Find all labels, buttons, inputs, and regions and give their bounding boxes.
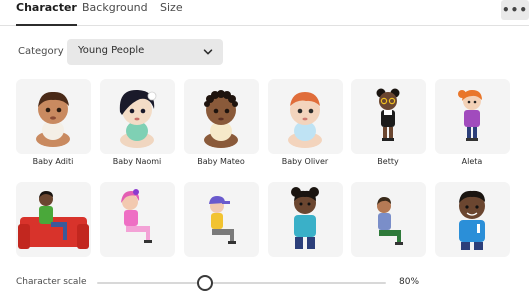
character-scale-value: 80% bbox=[399, 277, 420, 287]
character-tile-boy-with-cap[interactable] bbox=[184, 182, 259, 257]
category-select[interactable]: Young People bbox=[67, 39, 223, 65]
character-name: Baby Oliver bbox=[281, 157, 329, 166]
boy-on-red-couch-icon bbox=[18, 191, 89, 249]
more-options-button[interactable]: ••• bbox=[501, 0, 529, 20]
character-scale-slider-thumb[interactable] bbox=[197, 275, 213, 291]
girl-with-buns-icon bbox=[291, 187, 319, 249]
boy-sitting-icon bbox=[377, 197, 403, 245]
character-tile-baby-oliver[interactable] bbox=[268, 79, 343, 154]
girl-pink-hair-icon bbox=[121, 189, 152, 243]
character-tile-boy-on-red-couch[interactable] bbox=[16, 182, 91, 257]
baby-aditi-icon bbox=[36, 91, 70, 147]
character-scale-slider-track[interactable] bbox=[97, 282, 386, 284]
boy-blue-jersey-icon bbox=[459, 190, 485, 250]
aleta-icon bbox=[458, 90, 482, 141]
character-name: Baby Mateo bbox=[197, 157, 245, 166]
tab-bar: Character Background Size bbox=[0, 0, 529, 26]
tab-size[interactable]: Size bbox=[160, 1, 183, 25]
character-tile-betty[interactable] bbox=[351, 79, 426, 154]
character-tile-boy-sitting[interactable] bbox=[351, 182, 426, 257]
character-tile-baby-naomi[interactable] bbox=[100, 79, 175, 154]
chevron-down-icon bbox=[203, 49, 213, 55]
character-tile-baby-mateo[interactable] bbox=[184, 79, 259, 154]
baby-naomi-icon bbox=[119, 89, 157, 148]
baby-oliver-icon bbox=[288, 92, 322, 148]
category-selected-value: Young People bbox=[78, 45, 145, 56]
character-scale-label: Character scale bbox=[16, 277, 87, 287]
category-label: Category bbox=[18, 46, 64, 57]
betty-icon bbox=[376, 88, 400, 141]
character-tile-girl-with-buns[interactable] bbox=[268, 182, 343, 257]
character-name: Betty bbox=[377, 157, 399, 166]
character-tile-aleta[interactable] bbox=[435, 79, 510, 154]
baby-mateo-icon bbox=[204, 90, 238, 148]
character-name: Baby Aditi bbox=[32, 157, 74, 166]
tab-background[interactable]: Background bbox=[82, 1, 148, 25]
character-tile-boy-blue-jersey[interactable] bbox=[435, 182, 510, 257]
character-name: Aleta bbox=[461, 157, 483, 166]
character-name: Baby Naomi bbox=[112, 157, 162, 166]
tab-character[interactable]: Character bbox=[16, 1, 77, 26]
character-tile-baby-aditi[interactable] bbox=[16, 79, 91, 154]
boy-with-cap-icon bbox=[209, 196, 236, 244]
character-tile-girl-pink-hair[interactable] bbox=[100, 182, 175, 257]
